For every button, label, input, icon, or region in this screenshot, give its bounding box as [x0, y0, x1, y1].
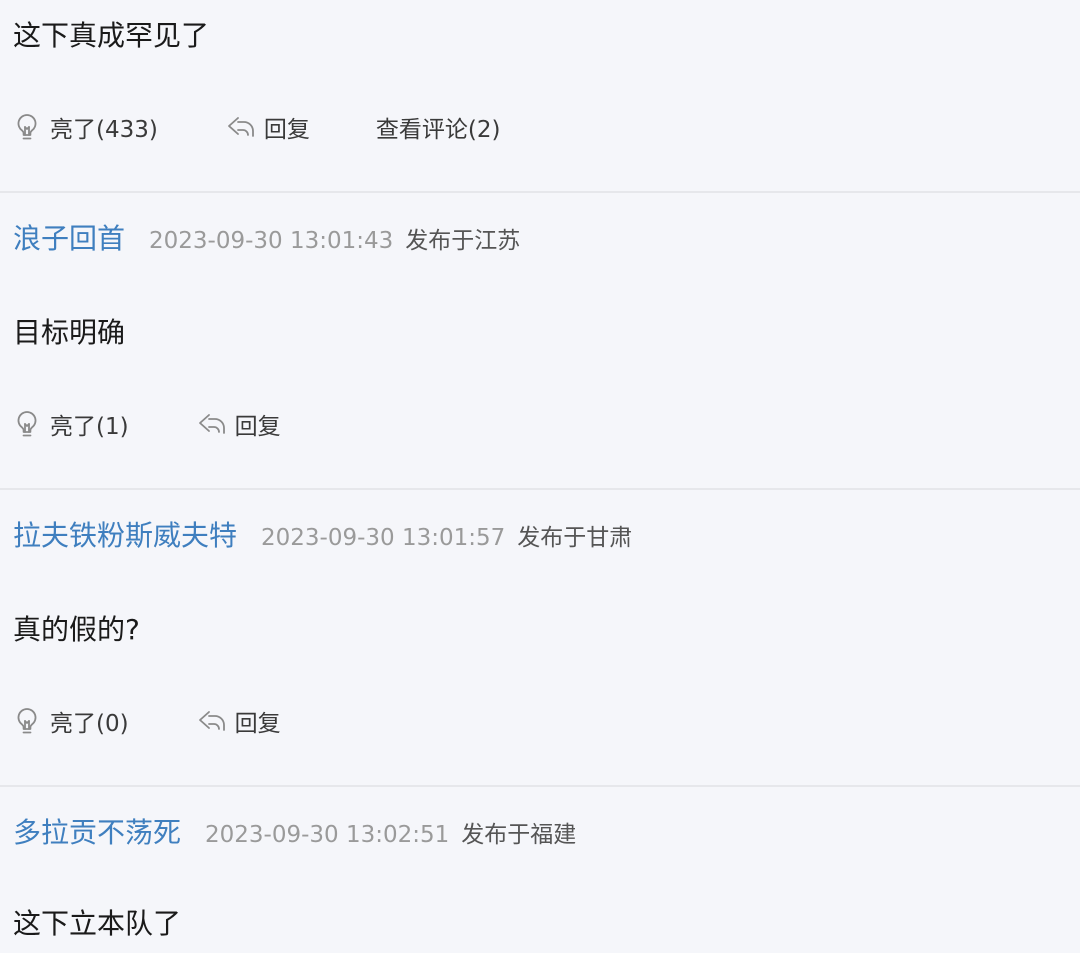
comment-meta: 浪子回首 2023-09-30 13:01:43 发布于江苏 [13, 217, 520, 257]
timestamp: 2023-09-30 13:02:51 [205, 822, 450, 848]
reply-arrow-icon [227, 117, 254, 137]
reply-label: 回复 [234, 711, 281, 737]
username[interactable]: 多拉贡不荡死 [13, 811, 181, 851]
lightbulb-icon [17, 708, 37, 734]
reply-button[interactable]: 回复 [197, 407, 281, 441]
comment-item: 浪子回首 2023-09-30 13:01:43 发布于江苏 目标明确 亮了(1… [0, 193, 1080, 490]
view-comments-button[interactable]: 查看评论(2) [376, 110, 501, 144]
timestamp: 2023-09-30 13:01:43 [149, 228, 394, 254]
like-button[interactable]: 亮了(1) [14, 407, 129, 441]
timestamp: 2023-09-30 13:01:57 [261, 525, 506, 551]
comment-body: 这下真成罕见了 [13, 19, 210, 52]
comment-actions: 亮了(0) 回复 [14, 704, 347, 738]
location: 发布于福建 [461, 822, 577, 848]
username[interactable]: 浪子回首 [13, 217, 125, 257]
reply-arrow-icon [198, 711, 225, 731]
like-count-label: 亮了(1) [50, 414, 129, 440]
comment-item: 多拉贡不荡死 2023-09-30 13:02:51 发布于福建 这下立本队了 [0, 787, 1080, 953]
reply-button[interactable]: 回复 [197, 704, 281, 738]
reply-label: 回复 [263, 117, 310, 143]
location: 发布于甘肃 [517, 525, 633, 551]
comment-feed: 这下真成罕见了 亮了(433) 回复 查看评论(2) 浪子回首 2023-09-… [0, 0, 1080, 953]
comment-meta: 多拉贡不荡死 2023-09-30 13:02:51 发布于福建 [13, 811, 576, 851]
comment-actions: 亮了(433) 回复 查看评论(2) [14, 110, 500, 144]
lightbulb-icon [17, 411, 37, 437]
comment-actions: 亮了(1) 回复 [14, 407, 347, 441]
reply-button[interactable]: 回复 [226, 110, 310, 144]
username[interactable]: 拉夫铁粉斯威夫特 [13, 514, 237, 554]
reply-label: 回复 [234, 414, 281, 440]
like-button[interactable]: 亮了(433) [14, 110, 158, 144]
comment-item: 这下真成罕见了 亮了(433) 回复 查看评论(2) [0, 0, 1080, 193]
location: 发布于江苏 [405, 228, 521, 254]
lightbulb-icon [17, 114, 37, 140]
reply-arrow-icon [198, 414, 225, 434]
comment-meta: 拉夫铁粉斯威夫特 2023-09-30 13:01:57 发布于甘肃 [13, 514, 632, 554]
like-button[interactable]: 亮了(0) [14, 704, 129, 738]
comment-item: 拉夫铁粉斯威夫特 2023-09-30 13:01:57 发布于甘肃 真的假的?… [0, 490, 1080, 787]
like-count-label: 亮了(0) [50, 711, 129, 737]
comment-body: 目标明确 [13, 316, 126, 349]
comment-body: 这下立本队了 [13, 907, 182, 940]
like-count-label: 亮了(433) [50, 117, 158, 143]
comment-body: 真的假的? [13, 613, 140, 646]
